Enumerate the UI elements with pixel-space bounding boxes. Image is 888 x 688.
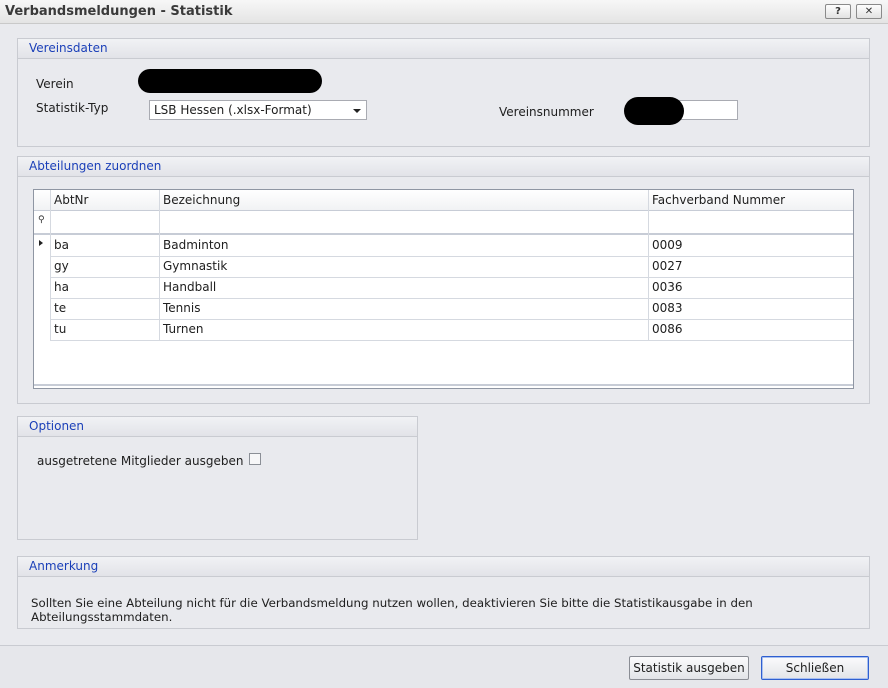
cell-bezeichnung: Gymnastik [163,259,228,273]
filter-row-separator [34,233,853,235]
column-header-fachverband[interactable]: Fachverband Nummer [648,190,785,211]
cell-fachverband: 0086 [652,322,683,336]
column-header-bezeichnung[interactable]: Bezeichnung [159,190,240,211]
filter-fachverband-input[interactable] [649,212,853,232]
cell-abtnr: tu [54,322,67,336]
dialog-footer: Statistik ausgeben Schließen [0,645,888,688]
help-button[interactable]: ? [825,4,851,19]
anmerkung-panel: Anmerkung Sollten Sie eine Abteilung nic… [17,556,870,629]
cell-fachverband: 0009 [652,238,683,252]
filter-bezeichnung-input[interactable] [160,212,648,232]
cell-fachverband: 0083 [652,301,683,315]
anmerkung-text: Sollten Sie eine Abteilung nicht für die… [31,596,753,624]
filter-icon: ⚲ [38,215,45,225]
ausgetretene-checkbox[interactable] [249,453,261,465]
window-title: Verbandsmeldungen - Statistik [5,4,233,19]
close-icon: ✕ [864,6,874,17]
cell-abtnr: te [54,301,67,315]
cell-bezeichnung: Turnen [163,322,204,336]
row-selector-arrow-icon [39,240,43,246]
column-header-abtnr[interactable]: AbtNr [50,190,88,211]
verein-name-redacted [138,69,322,93]
title-bar: Verbandsmeldungen - Statistik ? ✕ [0,0,888,24]
vereinsdaten-header: Vereinsdaten [18,39,869,59]
cell-abtnr: gy [54,259,69,273]
statistik-typ-value: LSB Hessen (.xlsx-Format) [154,103,312,117]
vereinsnummer-redacted [624,97,684,125]
row-divider [50,340,853,341]
cell-bezeichnung: Badminton [163,238,229,252]
vereinsnummer-label: Vereinsnummer [499,105,594,119]
statistik-ausgeben-button[interactable]: Statistik ausgeben [629,656,749,680]
cell-bezeichnung: Tennis [163,301,201,315]
abteilungen-panel: Abteilungen zuordnen AbtNr Bezeichnung F… [17,156,870,404]
grid-footer-line [34,384,853,386]
vereinsdaten-panel: Vereinsdaten Verein Statistik-Typ LSB He… [17,38,870,147]
statistik-typ-label: Statistik-Typ [36,101,109,115]
cell-bezeichnung: Handball [163,280,217,294]
optionen-panel: Optionen ausgetretene Mitglieder ausgebe… [17,416,418,540]
filter-abtnr-input[interactable] [51,212,159,232]
abteilungen-header: Abteilungen zuordnen [18,157,869,177]
anmerkung-header: Anmerkung [18,557,869,577]
help-icon: ? [835,6,841,17]
cell-abtnr: ha [54,280,69,294]
statistik-typ-select[interactable]: LSB Hessen (.xlsx-Format) [149,100,367,120]
chevron-down-icon[interactable] [353,109,361,113]
schliessen-button[interactable]: Schließen [761,656,869,680]
close-window-button[interactable]: ✕ [856,4,882,19]
abteilungen-grid[interactable]: AbtNr Bezeichnung Fachverband Nummer ⚲ b… [33,189,854,389]
cell-abtnr: ba [54,238,69,252]
ausgetretene-label: ausgetretene Mitglieder ausgeben [37,454,244,468]
verein-label: Verein [36,77,74,91]
optionen-header: Optionen [18,417,417,437]
cell-fachverband: 0027 [652,259,683,273]
cell-fachverband: 0036 [652,280,683,294]
